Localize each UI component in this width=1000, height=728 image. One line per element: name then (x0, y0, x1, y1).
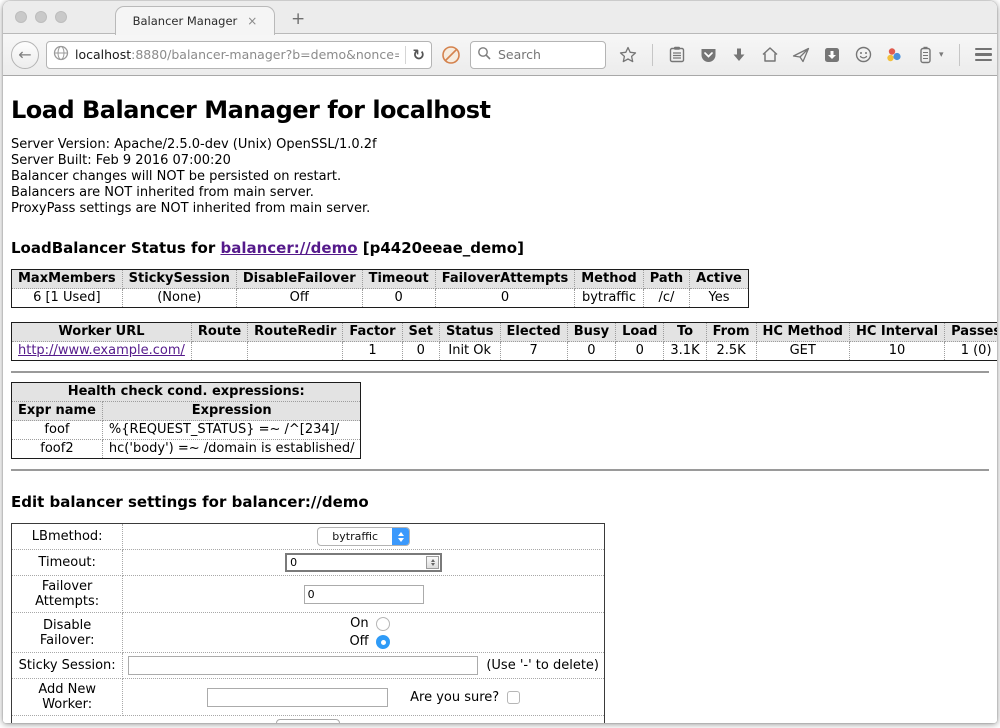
submit-button[interactable]: Submit (276, 719, 341, 723)
lbmethod-row: LBmethod: bytraffic (12, 524, 605, 550)
tab-balancer-manager[interactable]: Balancer Manager × (115, 6, 275, 35)
sticky-session-input[interactable] (128, 656, 478, 675)
browser-window: Balancer Manager × + ← localhost:8880/ba… (3, 1, 997, 723)
edit-balancer-form: LBmethod: bytraffic Timeout: (11, 523, 605, 723)
worker-data-row: http://www.example.com/ 1 0 Init Ok 7 0 … (12, 342, 998, 361)
number-spinner-icon[interactable] (426, 556, 439, 569)
lbmethod-select[interactable]: bytraffic (317, 527, 410, 546)
lbmethod-label: LBmethod: (12, 524, 123, 550)
globe-icon (53, 45, 69, 65)
tab-bar: Balancer Manager × + (3, 1, 997, 34)
health-check-table: Health check cond. expressions: Expr nam… (11, 382, 361, 459)
notice-inherit: Balancers are NOT inherited from main se… (11, 185, 989, 201)
radio-off-label: Off (349, 634, 368, 649)
search-icon (477, 45, 491, 64)
disable-failover-row: Disable Failover: On Off (12, 613, 605, 653)
search-bar[interactable] (470, 41, 606, 69)
failover-attempts-label: Failover Attempts: (12, 576, 123, 613)
search-input[interactable] (496, 46, 586, 63)
sticky-session-label: Sticky Session: (12, 653, 123, 679)
screen: Balancer Manager × + ← localhost:8880/ba… (0, 0, 1000, 728)
worker-table: Worker URL Route RouteRedir Factor Set S… (11, 322, 997, 361)
server-version: Server Version: Apache/2.5.0-dev (Unix) … (11, 137, 989, 153)
menu-hamburger-icon[interactable] (975, 46, 993, 64)
bookmark-star-icon[interactable] (619, 46, 637, 64)
balancer-demo-link[interactable]: balancer://demo (220, 239, 357, 257)
health-title-row: Health check cond. expressions: (12, 383, 361, 402)
pocket-icon[interactable] (699, 46, 717, 64)
url-host: localhost (75, 47, 131, 62)
health-header-row: Expr name Expression (12, 402, 361, 421)
timeout-row: Timeout: (12, 550, 605, 576)
toolbar-icons: ▾ (619, 44, 997, 66)
back-button[interactable]: ← (11, 41, 39, 69)
colored-dots-addon-icon[interactable] (885, 46, 903, 64)
are-you-sure-label: Are you sure? (410, 690, 499, 705)
disable-failover-off-radio[interactable] (376, 635, 390, 649)
lbmethod-selected-value: bytraffic (318, 528, 392, 545)
home-icon[interactable] (761, 46, 779, 64)
navigation-toolbar: ← localhost:8880/balancer-manager?b=demo… (3, 34, 997, 76)
minimize-window-button[interactable] (35, 11, 47, 23)
balancer-summary-table: MaxMembers StickySession DisableFailover… (11, 269, 749, 308)
balancer-header-row: MaxMembers StickySession DisableFailover… (12, 270, 749, 289)
reload-icon[interactable]: ↻ (412, 46, 425, 64)
page-content: Load Balancer Manager for localhost Serv… (3, 76, 997, 723)
reading-list-icon[interactable] (668, 46, 686, 64)
page-title: Load Balancer Manager for localhost (11, 96, 989, 124)
add-worker-row: Add New Worker: Are you sure? (12, 679, 605, 716)
disable-failover-label: Disable Failover: (12, 613, 123, 653)
worker-url-link[interactable]: http://www.example.com/ (18, 343, 185, 358)
server-built: Server Built: Feb 9 2016 07:00:20 (11, 153, 989, 169)
tab-title: Balancer Manager (133, 14, 238, 28)
disable-failover-on-radio[interactable] (376, 617, 390, 631)
back-arrow-icon: ← (18, 45, 31, 64)
downloads-icon[interactable] (730, 46, 748, 64)
window-controls[interactable] (15, 11, 67, 23)
save-page-icon[interactable] (823, 46, 841, 64)
content-blocked-icon[interactable] (439, 43, 463, 67)
select-stepper-icon (392, 528, 409, 545)
timeout-input[interactable] (285, 553, 442, 572)
are-you-sure-checkbox[interactable] (507, 691, 520, 704)
new-tab-button[interactable]: + (291, 9, 305, 29)
send-plane-icon[interactable] (792, 46, 810, 64)
chat-smiley-icon[interactable] (854, 46, 872, 64)
close-window-button[interactable] (15, 11, 27, 23)
sticky-session-hint: (Use '-' to delete) (486, 658, 599, 673)
worker-header-row: Worker URL Route RouteRedir Factor Set S… (12, 323, 998, 342)
loadbalancer-status-heading: LoadBalancer Status for balancer://demo … (11, 239, 989, 257)
url-bar[interactable]: localhost:8880/balancer-manager?b=demo&n… (46, 41, 432, 69)
failover-attempts-row: Failover Attempts: (12, 576, 605, 613)
tab-close-icon[interactable]: × (247, 14, 257, 28)
notice-persist: Balancer changes will NOT be persisted o… (11, 169, 989, 185)
url-text: localhost:8880/balancer-manager?b=demo&n… (75, 47, 399, 62)
edit-settings-heading: Edit balancer settings for balancer://de… (11, 493, 989, 511)
divider (11, 371, 989, 373)
failover-attempts-input[interactable] (304, 585, 424, 604)
health-row-foof: foof %{REQUEST_STATUS} =~ /^[234]/ (12, 421, 361, 440)
health-row-foof2: foof2 hc('body') =~ /domain is establish… (12, 440, 361, 459)
chevron-down-icon[interactable]: ▾ (939, 50, 944, 60)
notice-proxypass: ProxyPass settings are NOT inherited fro… (11, 201, 989, 217)
divider (11, 469, 989, 471)
sticky-session-row: Sticky Session: (Use '-' to delete) (12, 653, 605, 679)
radio-on-label: On (350, 616, 368, 631)
balancer-data-row: 6 [1 Used] (None) Off 0 0 bytraffic /c/ … (12, 289, 749, 308)
zoom-window-button[interactable] (55, 11, 67, 23)
submit-row: Submit (12, 716, 605, 724)
add-worker-input[interactable] (207, 688, 388, 707)
timeout-label: Timeout: (12, 550, 123, 576)
container-battery-icon[interactable] (916, 46, 934, 64)
url-path: :8880/balancer-manager?b=demo&nonce=decc… (131, 47, 399, 62)
add-worker-label: Add New Worker: (12, 679, 123, 716)
